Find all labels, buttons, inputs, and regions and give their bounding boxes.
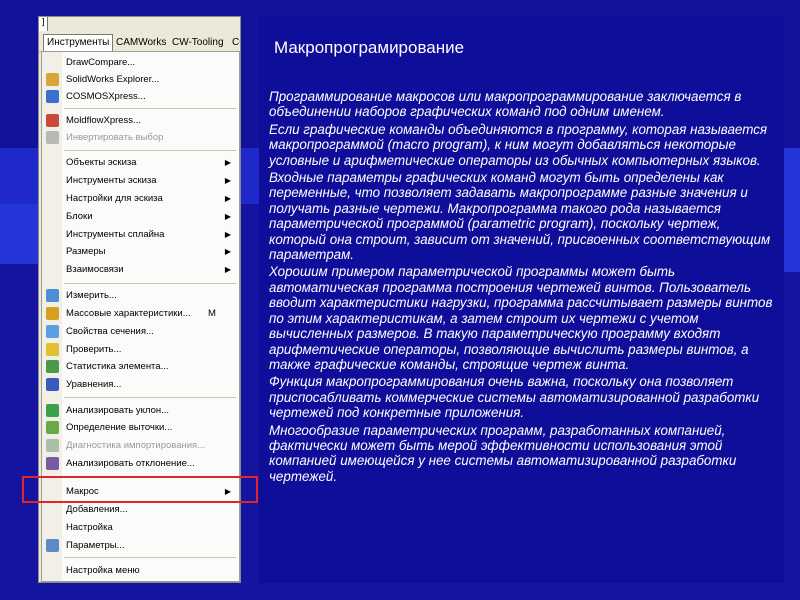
menu-item-deviation-analysis[interactable]: Анализировать отклонение...	[42, 455, 239, 472]
slide-paragraph: Функция макропрограммирования очень важн…	[269, 374, 760, 421]
slide-panel: Макропрограмирование Программирование ма…	[259, 16, 784, 583]
menu-item-measure[interactable]: Измерить...	[42, 287, 239, 304]
menu-item-label: COSMOSXpress...	[66, 91, 146, 102]
menu-item-customize[interactable]: Настройка	[42, 519, 239, 536]
menu-item-import-diagnostics: Диагностика импортирования...	[42, 437, 239, 454]
options-icon	[46, 539, 59, 552]
menu-item-label: Инструменты эскиза	[66, 175, 157, 186]
menu-item-label: Инструменты сплайна	[66, 229, 165, 240]
menu-camworks[interactable]: CAMWorks	[113, 35, 169, 51]
menu-item-label: Диагностика импортирования...	[66, 440, 206, 451]
menu-item-customize-menu[interactable]: Настройка меню	[42, 562, 239, 579]
menu-item-add-ins[interactable]: Добавления...	[42, 501, 239, 518]
slide-paragraph: Хорошим примером параметрической програм…	[269, 264, 773, 372]
menu-item-label: Уравнения...	[66, 379, 122, 390]
submenu-arrow-icon: ▶	[224, 265, 231, 274]
menu-separator	[64, 397, 236, 398]
menu-item-solidworks-explorer[interactable]: SolidWorks Explorer...	[42, 71, 239, 88]
submenu-arrow-icon: ▶	[224, 194, 231, 203]
menu-item-sketch-tools[interactable]: Инструменты эскиза ▶	[42, 172, 239, 189]
menu-item-cosmosxpress[interactable]: COSMOSXpress...	[42, 88, 239, 105]
undercut-detection-icon	[46, 421, 59, 434]
menu-item-label: SolidWorks Explorer...	[66, 74, 160, 85]
menu-item-label: MoldflowXpress...	[66, 115, 141, 126]
menu-separator	[64, 557, 236, 558]
measure-icon	[46, 289, 59, 302]
check-icon	[46, 343, 59, 356]
slide-paragraph: Многообразие параметрических программ, р…	[269, 422, 737, 484]
menu-separator	[64, 283, 236, 284]
menu-item-label: Инвертировать выбор	[66, 132, 164, 143]
menu-item-label: Взаимосвязи	[66, 264, 124, 275]
feature-statistics-icon	[46, 360, 59, 373]
menu-item-label: Определение выточки...	[66, 422, 173, 433]
menu-item-moldflowxpress[interactable]: MoldflowXpress...	[42, 112, 239, 129]
menu-item-feature-statistics[interactable]: Статистика элемента...	[42, 358, 239, 375]
menu-item-label: Настройка	[66, 522, 113, 533]
menu-item-drawcompare[interactable]: DrawCompare...	[42, 54, 239, 71]
background-accent-left	[0, 204, 38, 264]
section-properties-icon	[46, 325, 59, 338]
moldflow-icon	[46, 114, 59, 127]
menu-item-spline-tools[interactable]: Инструменты сплайна ▶	[42, 226, 239, 243]
menu-item-label: Параметры...	[66, 540, 125, 551]
menu-item-label: Добавления...	[66, 504, 128, 515]
menu-item-dimensions[interactable]: Размеры ▶	[42, 243, 239, 260]
slide-paragraph: Программирование макросов или макропрогр…	[269, 89, 742, 120]
menu-item-sketch-entities[interactable]: Объекты эскиза ▶	[42, 154, 239, 171]
cosmos-icon	[46, 90, 59, 103]
menu-item-check[interactable]: Проверить...	[42, 341, 239, 358]
menu-item-label: Настройка меню	[66, 565, 140, 576]
submenu-arrow-icon: ▶	[224, 212, 231, 221]
menu-separator	[64, 150, 236, 151]
slide-body: Программирование макросов или макропрогр…	[269, 89, 779, 486]
menu-item-blocks[interactable]: Блоки ▶	[42, 208, 239, 225]
menu-item-label: Статистика элемента...	[66, 361, 169, 372]
menu-item-relations[interactable]: Взаимосвязи ▶	[42, 261, 239, 278]
background-accent-right	[784, 148, 800, 272]
invert-selection-icon	[46, 131, 59, 144]
window-title-chip: ]	[39, 17, 48, 31]
submenu-arrow-icon: ▶	[224, 230, 231, 239]
slide-paragraph: Если графические команды объединяются в …	[269, 121, 768, 168]
menu-item-label: Анализировать отклонение...	[66, 458, 195, 469]
menu-item-equations[interactable]: Уравнения...	[42, 376, 239, 393]
equations-icon	[46, 378, 59, 391]
menu-co[interactable]: CO	[229, 35, 240, 51]
menu-tools[interactable]: Инструменты	[43, 34, 114, 51]
menu-item-invert-selection: Инвертировать выбор	[42, 129, 239, 146]
menu-item-sketch-settings[interactable]: Настройки для эскиза ▶	[42, 190, 239, 207]
menu-separator	[64, 108, 236, 109]
mass-properties-icon	[46, 307, 59, 320]
slide-paragraph: Входные параметры графических команд мог…	[269, 170, 771, 263]
menu-item-label: Анализировать уклон...	[66, 405, 170, 416]
menu-item-section-properties[interactable]: Свойства сечения...	[42, 323, 239, 340]
menu-item-label: Блоки	[66, 211, 93, 222]
submenu-arrow-icon: ▶	[224, 247, 231, 256]
menu-bar: ] Инструменты CAMWorks CW-Tooling CO	[39, 17, 240, 52]
macro-highlight-box	[22, 476, 258, 503]
menu-item-label: Измерить...	[66, 290, 117, 301]
menu-item-label: Настройки для эскиза	[66, 193, 163, 204]
menu-item-label: Проверить...	[66, 344, 122, 355]
explorer-icon	[46, 73, 59, 86]
import-diagnostics-icon	[46, 439, 59, 452]
menu-item-label: Объекты эскиза	[66, 157, 137, 168]
submenu-arrow-icon: ▶	[224, 158, 231, 167]
submenu-arrow-icon: ▶	[224, 176, 231, 185]
menu-item-shortcut: M	[208, 308, 216, 319]
deviation-analysis-icon	[46, 457, 59, 470]
menu-item-undercut-detection[interactable]: Определение выточки...	[42, 419, 239, 436]
menu-item-mass-properties[interactable]: Массовые характеристики... M	[42, 305, 239, 322]
menu-item-label: Массовые характеристики...	[66, 308, 191, 319]
menu-item-label: Размеры	[66, 246, 106, 257]
menu-item-label: DrawCompare...	[66, 57, 136, 68]
menu-item-options[interactable]: Параметры...	[42, 537, 239, 554]
menu-cw-tooling[interactable]: CW-Tooling	[169, 35, 227, 51]
menu-item-label: Свойства сечения...	[66, 326, 154, 337]
draft-analysis-icon	[46, 404, 59, 417]
slide-title: Макропрограмирование	[274, 38, 465, 57]
menu-item-draft-analysis[interactable]: Анализировать уклон...	[42, 402, 239, 419]
